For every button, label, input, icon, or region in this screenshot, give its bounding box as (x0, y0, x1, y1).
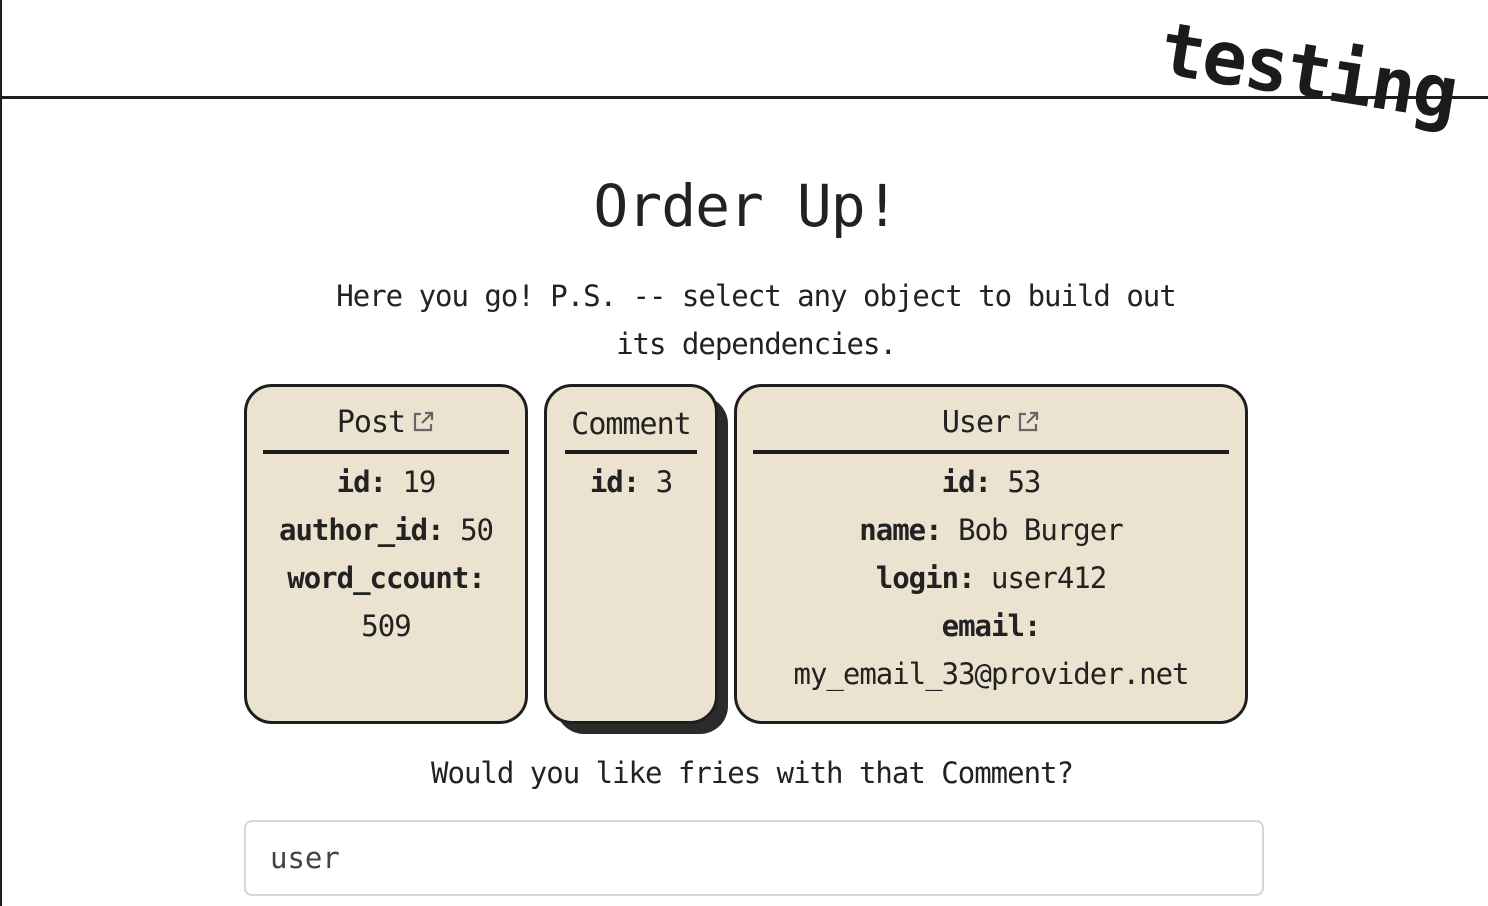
field-value: 53 (1007, 465, 1041, 499)
user-card-header: User (753, 405, 1229, 454)
user-card-fields: id: 53 name: Bob Burger login: user412 e… (737, 454, 1245, 698)
field-key: id: (941, 465, 992, 499)
external-link-icon[interactable] (1016, 407, 1040, 442)
post-field-id: id: 19 (247, 458, 525, 506)
user-field-email: email: my_email_33@provider.net (737, 602, 1245, 698)
field-key: login: (875, 561, 976, 595)
field-key: id: (589, 465, 640, 499)
field-value: 3 (655, 465, 673, 499)
field-value: my_email_33@provider.net (793, 657, 1189, 691)
post-card-title: Post (336, 405, 406, 440)
fries-question: Would you like fries with that Comment? (431, 756, 1074, 790)
page: testing Order Up! Here you go! P.S. -- s… (0, 0, 1488, 906)
user-field-name: name: Bob Burger (737, 506, 1245, 554)
field-value: Bob Burger (958, 513, 1124, 547)
comment-card-fields: id: 3 (547, 454, 715, 506)
post-field-word-count: word_ccount: 509 (247, 554, 525, 650)
external-link-icon[interactable] (411, 407, 435, 442)
user-field-login: login: user412 (737, 554, 1245, 602)
field-value: 509 (361, 609, 411, 643)
field-value: 50 (460, 513, 494, 547)
comment-field-id: id: 3 (547, 458, 715, 506)
user-field-id: id: 53 (737, 458, 1245, 506)
brand-logo: testing (1154, 6, 1463, 138)
post-card-header: Post (263, 405, 509, 454)
field-key: name: (859, 513, 942, 547)
comment-card[interactable]: Comment id: 3 (544, 384, 718, 724)
field-key: id: (336, 465, 387, 499)
post-field-author-id: author_id: 50 (247, 506, 525, 554)
post-card[interactable]: Post id: 19 author_id: 50 word_ccount: 5… (244, 384, 528, 724)
page-title: Order Up! (593, 172, 899, 240)
field-key: word_ccount: (287, 561, 486, 595)
page-subtitle: Here you go! P.S. -- select any object t… (336, 279, 1176, 361)
post-card-fields: id: 19 author_id: 50 word_ccount: 509 (247, 454, 525, 650)
field-value: user412 (991, 561, 1107, 595)
dependency-search-input[interactable] (244, 820, 1264, 896)
comment-card-header: Comment (565, 407, 697, 454)
field-key: email: (941, 609, 1042, 643)
user-card[interactable]: User id: 53 name: Bob Burger login: user… (734, 384, 1248, 724)
comment-card-title: Comment (571, 407, 691, 442)
field-key: author_id: (279, 513, 445, 547)
user-card-title: User (941, 405, 1011, 440)
field-value: 19 (402, 465, 436, 499)
